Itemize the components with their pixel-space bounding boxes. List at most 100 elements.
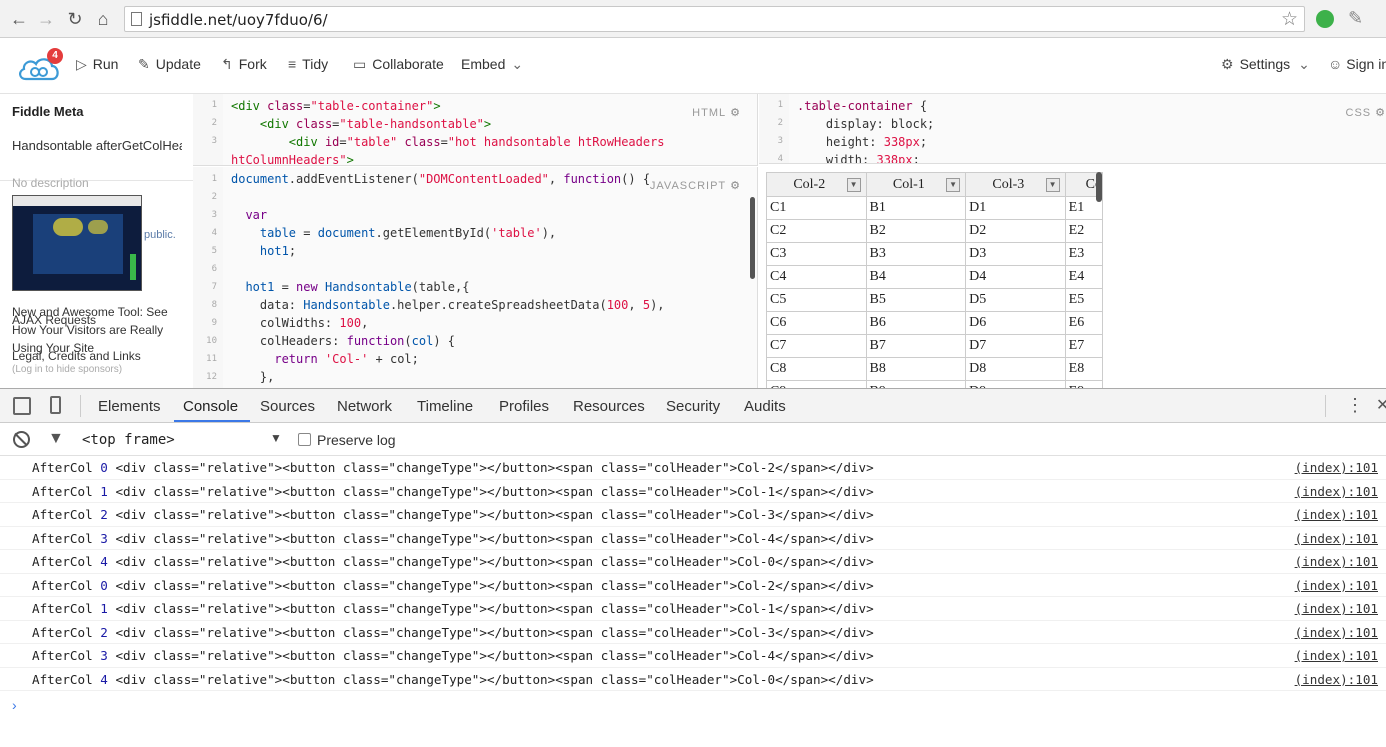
table-cell[interactable]: B9 [865,380,967,388]
table-cell[interactable]: C8 [766,357,867,381]
css-editor[interactable]: 1 2 3 4 .table-container { display: bloc… [759,94,1386,164]
eyedropper-extension-icon[interactable]: ✎ [1348,8,1363,29]
source-link[interactable]: (index):101 [1295,601,1378,616]
inspect-element-icon[interactable] [13,397,31,415]
tab-security[interactable]: Security [666,398,720,415]
table-cell[interactable]: D6 [965,311,1066,335]
table-cell[interactable]: E3 [1064,242,1104,266]
table-cell[interactable]: E7 [1064,334,1104,358]
fork-button[interactable]: ↰ Fork [221,56,267,73]
table-cell[interactable]: C5 [766,288,867,312]
table-cell[interactable]: B7 [865,334,967,358]
tab-sources[interactable]: Sources [260,398,315,415]
table-cell[interactable]: D4 [965,265,1066,289]
chevron-down-icon[interactable]: ▼ [270,431,282,445]
column-header[interactable]: Col-1 ▼ [865,172,967,197]
table-cell[interactable]: B2 [865,219,967,243]
table-scrollbar[interactable] [1096,172,1102,202]
table-cell[interactable]: B6 [865,311,967,335]
table-cell[interactable]: B5 [865,288,967,312]
tab-console[interactable]: Console [183,398,238,415]
tab-profiles[interactable]: Profiles [499,398,549,415]
reload-icon[interactable]: ↻ [64,8,86,30]
settings-button[interactable]: ⚙ Settings ⌄ [1221,56,1310,73]
column-header[interactable]: Col-3 ▼ [965,172,1066,197]
table-cell[interactable]: D8 [965,357,1066,381]
close-icon[interactable]: ✕ [1376,395,1386,415]
extension-icon[interactable] [1316,10,1334,28]
change-type-button[interactable]: ▼ [946,178,961,192]
gear-icon[interactable]: ⚙ [730,106,741,119]
table-cell[interactable]: C6 [766,311,867,335]
sign-in-button[interactable]: ☺ Sign in [1328,56,1386,72]
table-cell[interactable]: C2 [766,219,867,243]
back-icon[interactable]: ← [8,8,30,30]
source-link[interactable]: (index):101 [1295,625,1378,640]
preserve-log-checkbox[interactable] [298,433,311,446]
table-cell[interactable]: D7 [965,334,1066,358]
forward-icon[interactable]: → [35,8,57,30]
home-icon[interactable]: ⌂ [92,8,114,30]
source-link[interactable]: (index):101 [1295,578,1378,593]
source-link[interactable]: (index):101 [1295,531,1378,546]
address-bar[interactable]: jsfiddle.net/uoy7fduo/6/ ☆ [124,6,1305,32]
embed-button[interactable]: Embed ⌄ [461,56,523,73]
console-prompt-icon[interactable]: › [12,697,17,713]
javascript-editor[interactable]: 1 2 3 4 5 6 7 8 9 10 11 12 document.addE… [193,167,758,388]
table-cell[interactable]: E6 [1064,311,1104,335]
gear-icon[interactable]: ⚙ [1375,106,1386,119]
source-link[interactable]: (index):101 [1295,484,1378,499]
filter-icon[interactable]: ▼ [48,430,64,448]
tab-timeline[interactable]: Timeline [417,398,473,415]
table-cell[interactable]: B4 [865,265,967,289]
table-cell[interactable]: C4 [766,265,867,289]
clear-console-icon[interactable] [13,431,30,448]
frame-select[interactable]: <top frame> [82,432,175,448]
table-cell[interactable]: D1 [965,196,1066,220]
table-cell[interactable]: C1 [766,196,867,220]
table-cell[interactable]: D3 [965,242,1066,266]
collaborate-button[interactable]: ▭ Collaborate [353,56,444,73]
source-link[interactable]: (index):101 [1295,554,1378,569]
table-cell[interactable]: C3 [766,242,867,266]
legal-link[interactable]: Legal, Credits and Links [12,349,141,363]
table-cell[interactable]: E5 [1064,288,1104,312]
change-type-button[interactable]: ▼ [846,178,861,192]
table-cell[interactable]: C7 [766,334,867,358]
table-cell[interactable]: B1 [865,196,967,220]
source-link[interactable]: (index):101 [1295,672,1378,687]
tab-resources[interactable]: Resources [573,398,645,415]
table-cell[interactable]: C9 [766,380,867,388]
table-cell[interactable]: E2 [1064,219,1104,243]
table-cell[interactable]: D2 [965,219,1066,243]
gear-icon[interactable]: ⚙ [730,179,741,192]
run-button[interactable]: ▷ Run [76,56,118,73]
description-field[interactable]: No description [12,176,89,190]
editor-scrollbar[interactable] [750,197,755,279]
sponsor-image[interactable] [12,195,142,291]
html-editor[interactable]: 1 2 3 <div class="table-container"> <div… [193,94,758,166]
table-cell[interactable]: E4 [1064,265,1104,289]
table-cell[interactable]: D9 [965,380,1066,388]
fiddle-name-input[interactable]: Handsontable afterGetColHeader [12,138,182,153]
update-button[interactable]: ✎ Update [138,56,201,73]
tab-audits[interactable]: Audits [744,398,786,415]
table-cell[interactable]: D5 [965,288,1066,312]
table-cell[interactable]: E8 [1064,357,1104,381]
change-type-button[interactable]: ▼ [1045,178,1060,192]
more-menu-icon[interactable]: ⋮ [1346,395,1364,416]
tab-elements[interactable]: Elements [98,398,161,415]
source-link[interactable]: (index):101 [1295,507,1378,522]
hide-sponsors-link[interactable]: (Log in to hide sponsors) [12,364,122,375]
table-cell[interactable]: B8 [865,357,967,381]
device-mode-icon[interactable] [50,396,61,414]
tidy-button[interactable]: ≡ Tidy [288,56,328,72]
tab-network[interactable]: Network [337,398,392,415]
bookmark-star-icon[interactable]: ☆ [1281,8,1298,31]
ajax-requests-link[interactable]: AJAX Requests [12,313,96,327]
column-header[interactable]: Col-2 ▼ [766,172,867,197]
table-cell[interactable]: E9 [1064,380,1104,388]
source-link[interactable]: (index):101 [1295,460,1378,475]
table-cell[interactable]: B3 [865,242,967,266]
source-link[interactable]: (index):101 [1295,648,1378,663]
